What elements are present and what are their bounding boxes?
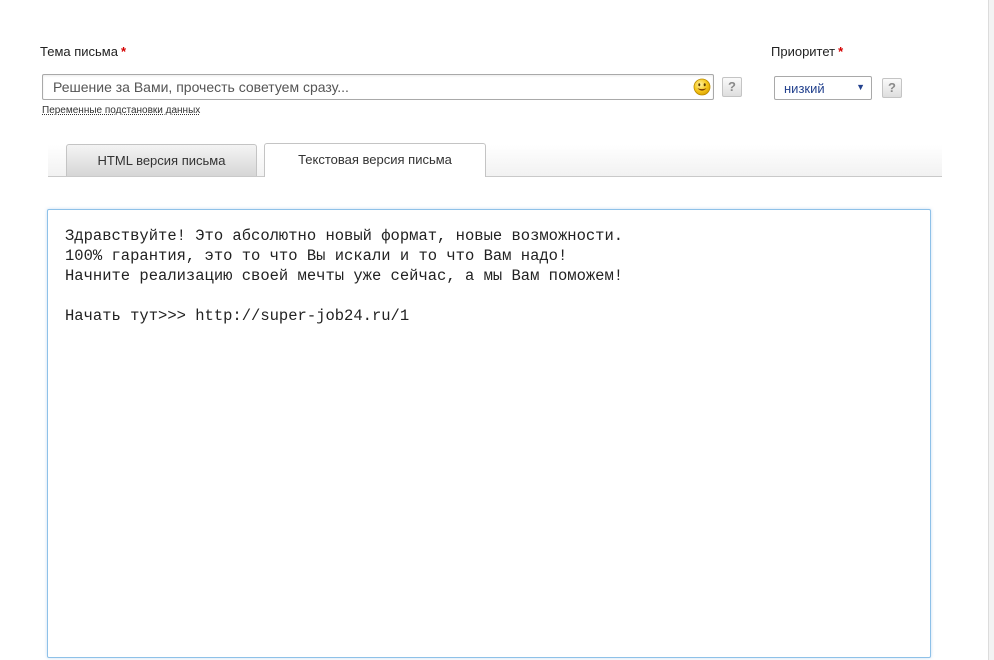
priority-label: Приоритет xyxy=(771,44,836,59)
smiley-face-icon[interactable] xyxy=(693,78,711,96)
message-body-textarea[interactable]: Здравствуйте! Это абсолютно новый формат… xyxy=(63,224,917,648)
tab-html-version[interactable]: HTML версия письма xyxy=(66,144,257,176)
tab-text-version[interactable]: Текстовая версия письма xyxy=(264,143,486,177)
variables-link[interactable]: Переменные подстановки данных xyxy=(42,105,200,116)
priority-help-button[interactable]: ? xyxy=(882,78,902,98)
required-asterisk: * xyxy=(120,44,127,59)
message-body-container: Здравствуйте! Это абсолютно новый формат… xyxy=(47,209,931,658)
tabs-divider xyxy=(48,176,942,177)
chevron-down-icon: ▼ xyxy=(856,82,865,92)
subject-label-row: Тема письма * xyxy=(40,44,126,59)
priority-select[interactable]: низкий ▼ xyxy=(774,76,872,100)
subject-help-button[interactable]: ? xyxy=(722,77,742,97)
subject-field[interactable] xyxy=(42,74,714,100)
priority-label-row: Приоритет * xyxy=(771,44,843,59)
subject-label: Тема письма xyxy=(40,44,118,59)
priority-selected-value: низкий xyxy=(784,81,825,96)
page-scrollbar[interactable] xyxy=(988,0,994,660)
required-asterisk: * xyxy=(838,44,844,59)
subject-input[interactable] xyxy=(43,75,683,99)
